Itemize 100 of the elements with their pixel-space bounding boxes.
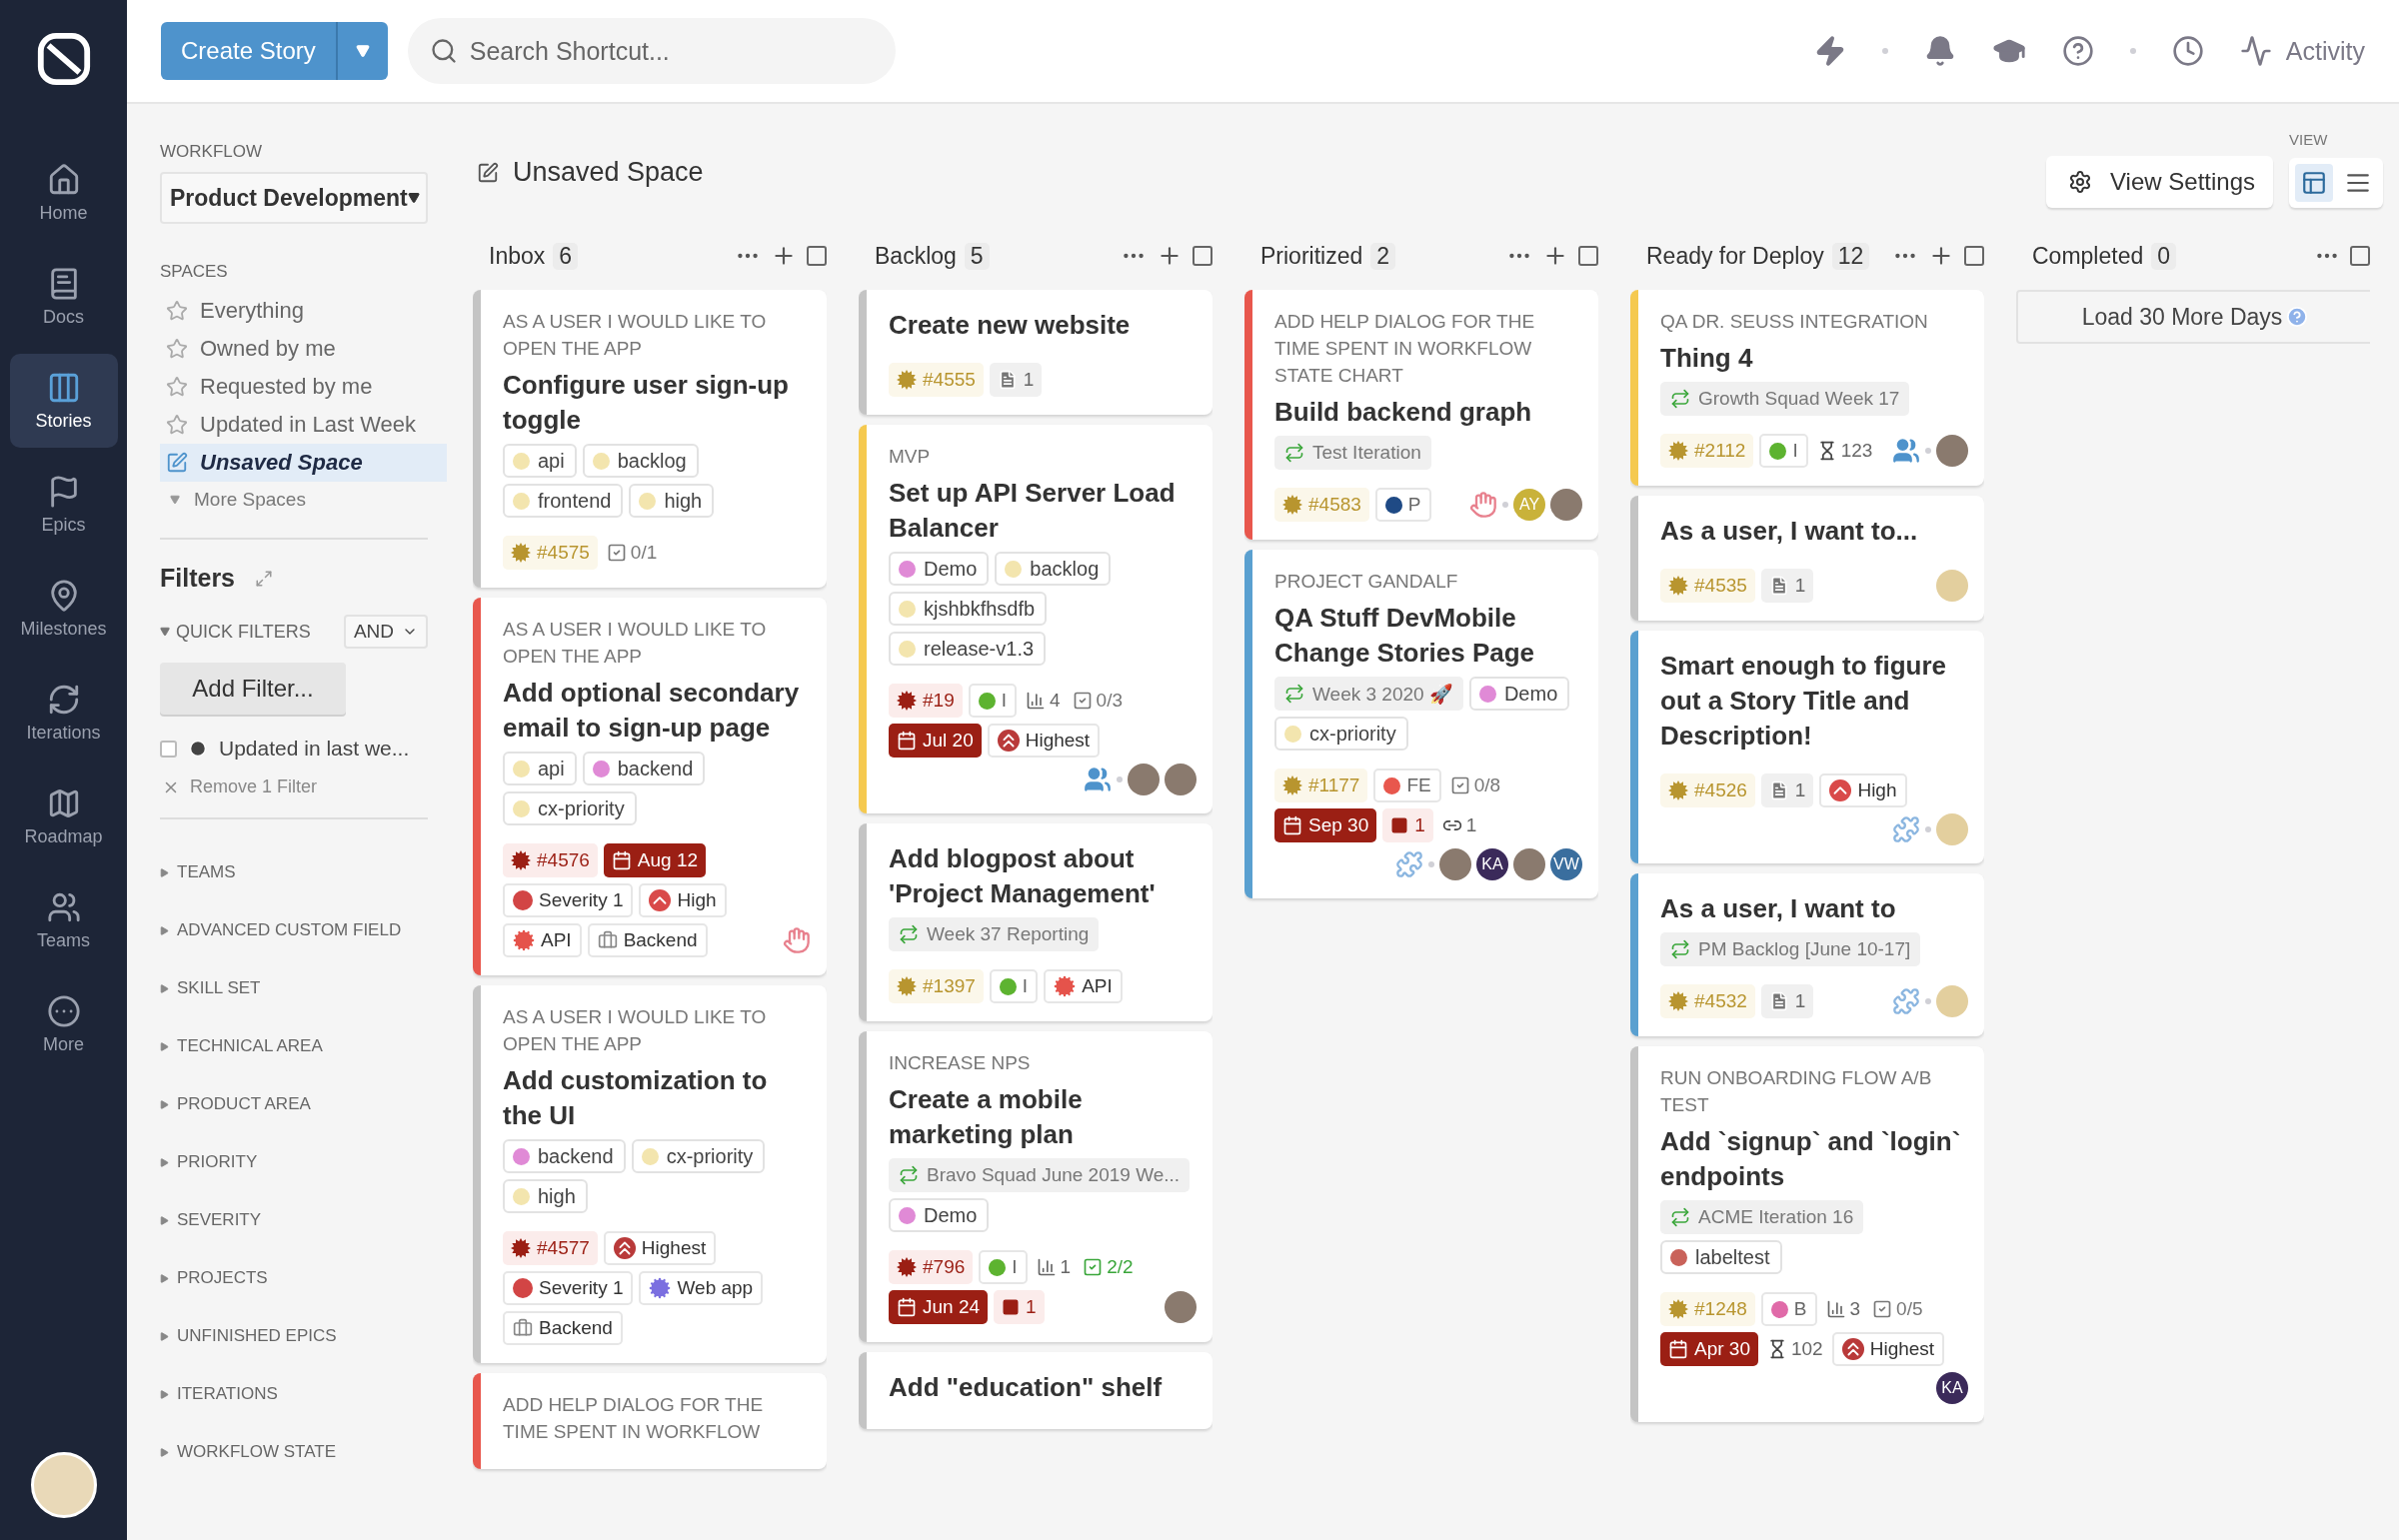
filter-section[interactable]: PROJECTS [160, 1249, 447, 1307]
checkbox[interactable] [160, 740, 177, 758]
checkbox[interactable] [1578, 246, 1598, 266]
help-icon[interactable] [2061, 35, 2094, 67]
space-item[interactable]: Everything [160, 292, 447, 330]
label-chip[interactable]: Demo [1468, 677, 1570, 711]
nav-item[interactable]: Docs [9, 250, 118, 344]
due-date-badge[interactable]: Apr 30 [1660, 1332, 1758, 1366]
story-card[interactable]: AS A USER I WOULD LIKE TO OPEN THE APP Configure user sign-up toggle api backlog frontend high #4575 0/1 [473, 290, 827, 588]
team-badge[interactable]: I [989, 969, 1039, 1003]
operator-dropdown[interactable]: AND [343, 615, 428, 649]
expand-icon[interactable] [255, 569, 274, 588]
nav-item[interactable]: Home [9, 146, 118, 240]
filter-section[interactable]: ADVANCED CUSTOM FIELD [160, 901, 447, 959]
iteration-chip[interactable]: Test Iteration [1274, 436, 1431, 470]
filter-section[interactable]: ITERATIONS [160, 1365, 447, 1423]
priority-badge[interactable]: High [1819, 773, 1907, 807]
add-filter-button[interactable]: Add Filter... [160, 663, 346, 715]
story-card[interactable]: PROJECT GANDALF QA Stuff DevMobile Change Stories Page Week 3 2020 🚀 Demo cx-priority #1177 FE 0/8 Sep 30 1 1 KA VW [1244, 550, 1598, 898]
story-card[interactable]: ADD HELP DIALOG FOR THE TIME SPENT IN WORKFLOW [473, 1373, 827, 1469]
nav-item[interactable]: Epics [9, 458, 118, 552]
label-chip[interactable]: release-v1.3 [889, 632, 1047, 666]
story-card[interactable]: Add "education" shelf [859, 1352, 1212, 1429]
story-id[interactable]: #4577 [503, 1231, 598, 1265]
iteration-chip[interactable]: Growth Squad Week 17 [1660, 382, 1910, 416]
space-item[interactable]: Owned by me [160, 330, 447, 368]
priority-badge[interactable]: Highest [1831, 1332, 1945, 1366]
checkbox[interactable] [1964, 246, 1984, 266]
filter-section[interactable]: TEAMS [160, 843, 447, 901]
story-card[interactable]: As a user, I want to... #4535 1 [1630, 496, 1984, 621]
space-item[interactable]: Requested by me [160, 368, 447, 406]
filter-section[interactable]: TECHNICAL AREA [160, 1017, 447, 1075]
product-area-badge[interactable]: Backend [587, 923, 708, 957]
doc-count-badge[interactable]: 1 [1760, 984, 1814, 1018]
more-spaces-link[interactable]: More Spaces [160, 482, 447, 518]
blocker-badge[interactable]: 1 [1382, 808, 1433, 842]
story-card[interactable]: AS A USER I WOULD LIKE TO OPEN THE APP Add customization to the UI backend cx-priority high #4577 Highest Severity 1 Web app Backend [473, 985, 827, 1363]
label-chip[interactable]: cx-priority [631, 1139, 766, 1173]
label-chip[interactable]: backend [582, 752, 706, 785]
product-area-badge[interactable]: Backend [503, 1311, 623, 1345]
due-date-badge[interactable]: Aug 12 [603, 843, 707, 877]
filter-section[interactable]: UNFINISHED EPICS [160, 1307, 447, 1365]
nav-item[interactable]: Milestones [9, 562, 118, 656]
space-item[interactable]: Updated in Last Week [160, 406, 447, 444]
label-chip[interactable]: Demo [889, 552, 990, 586]
space-item[interactable]: Unsaved Space [160, 444, 447, 482]
team-badge[interactable]: P [1374, 488, 1431, 522]
doc-count-badge[interactable]: 1 [989, 363, 1043, 397]
technical-area-badge[interactable]: API [503, 923, 582, 957]
team-badge[interactable]: I [979, 1250, 1028, 1284]
nav-item[interactable]: Stories [9, 354, 118, 448]
technical-area-badge[interactable]: Web app [639, 1271, 764, 1305]
checkbox[interactable] [1193, 246, 1212, 266]
label-chip[interactable]: high [629, 484, 715, 518]
iteration-chip[interactable]: ACME Iteration 16 [1660, 1200, 1864, 1234]
label-chip[interactable]: cx-priority [503, 791, 637, 825]
priority-badge[interactable]: Highest [987, 724, 1101, 758]
iteration-chip[interactable]: Week 3 2020 🚀 [1274, 677, 1463, 711]
quick-filters-toggle[interactable]: QUICK FILTERS [160, 621, 311, 643]
label-chip[interactable]: backend [503, 1139, 626, 1173]
story-card[interactable]: RUN ONBOARDING FLOW A/B TEST Add `signup` and `login` endpoints ACME Iteration 16 labeltest #1248 B 3 0/5 Apr 30 102 Highest KA [1630, 1046, 1984, 1422]
filter-section[interactable]: PRODUCT AREA [160, 1075, 447, 1133]
label-chip[interactable]: labeltest [1660, 1240, 1782, 1274]
due-date-badge[interactable]: Jun 24 [889, 1290, 989, 1324]
due-date-badge[interactable]: Jul 20 [889, 724, 982, 758]
filter-section[interactable]: PRIORITY [160, 1133, 447, 1191]
nav-item[interactable]: Teams [9, 873, 118, 967]
story-card[interactable]: Add blogpost about 'Project Management' Week 37 Reporting #1397 I API [859, 823, 1212, 1021]
team-badge[interactable]: FE [1373, 769, 1441, 802]
label-chip[interactable]: api [503, 752, 577, 785]
filter-section[interactable]: SEVERITY [160, 1191, 447, 1249]
activity-button[interactable]: Activity [2239, 35, 2365, 67]
team-badge[interactable]: I [1759, 434, 1808, 468]
nav-item[interactable]: Roadmap [9, 770, 118, 863]
team-badge[interactable]: I [968, 684, 1017, 718]
priority-badge[interactable]: High [639, 883, 727, 917]
board-view-button[interactable] [2295, 164, 2333, 202]
doc-count-badge[interactable]: 1 [1760, 569, 1814, 603]
due-date-badge[interactable]: Sep 30 [1274, 808, 1377, 842]
severity-badge[interactable]: Severity 1 [503, 1271, 634, 1305]
iteration-chip[interactable]: PM Backlog [June 10-17] [1660, 932, 1921, 966]
label-chip[interactable]: kjshbkfhsdfb [889, 592, 1048, 626]
story-card[interactable]: ADD HELP DIALOG FOR THE TIME SPENT IN WORKFLOW STATE CHART Build backend graph Test Iteration #4583 P AY [1244, 290, 1598, 540]
priority-badge[interactable]: Highest [603, 1231, 717, 1265]
label-chip[interactable]: Demo [889, 1198, 990, 1232]
nav-item[interactable]: More [9, 977, 118, 1071]
checkbox[interactable] [807, 246, 827, 266]
label-chip[interactable]: high [503, 1179, 588, 1213]
iteration-chip[interactable]: Week 37 Reporting [889, 917, 1100, 951]
story-card[interactable]: As a user, I want to PM Backlog [June 10-17] #4532 1 [1630, 873, 1984, 1036]
label-chip[interactable]: cx-priority [1274, 717, 1408, 751]
story-card[interactable]: Create new website #4555 1 [859, 290, 1212, 415]
story-card[interactable]: INCREASE NPS Create a mobile marketing plan Bravo Squad June 2019 We... Demo #796 I 1 2/2 Jun 24 1 [859, 1031, 1212, 1342]
blocker-badge[interactable]: 1 [994, 1290, 1045, 1324]
story-card[interactable]: QA DR. SEUSS INTEGRATION Thing 4 Growth Squad Week 17 #2112 I 123 [1630, 290, 1984, 486]
label-chip[interactable]: api [503, 444, 577, 478]
filter-section[interactable]: SKILL SET [160, 959, 447, 1017]
dropdown-button[interactable] [335, 22, 388, 80]
team-badge[interactable]: B [1760, 1292, 1817, 1326]
story-id[interactable]: #796 [889, 1250, 974, 1284]
